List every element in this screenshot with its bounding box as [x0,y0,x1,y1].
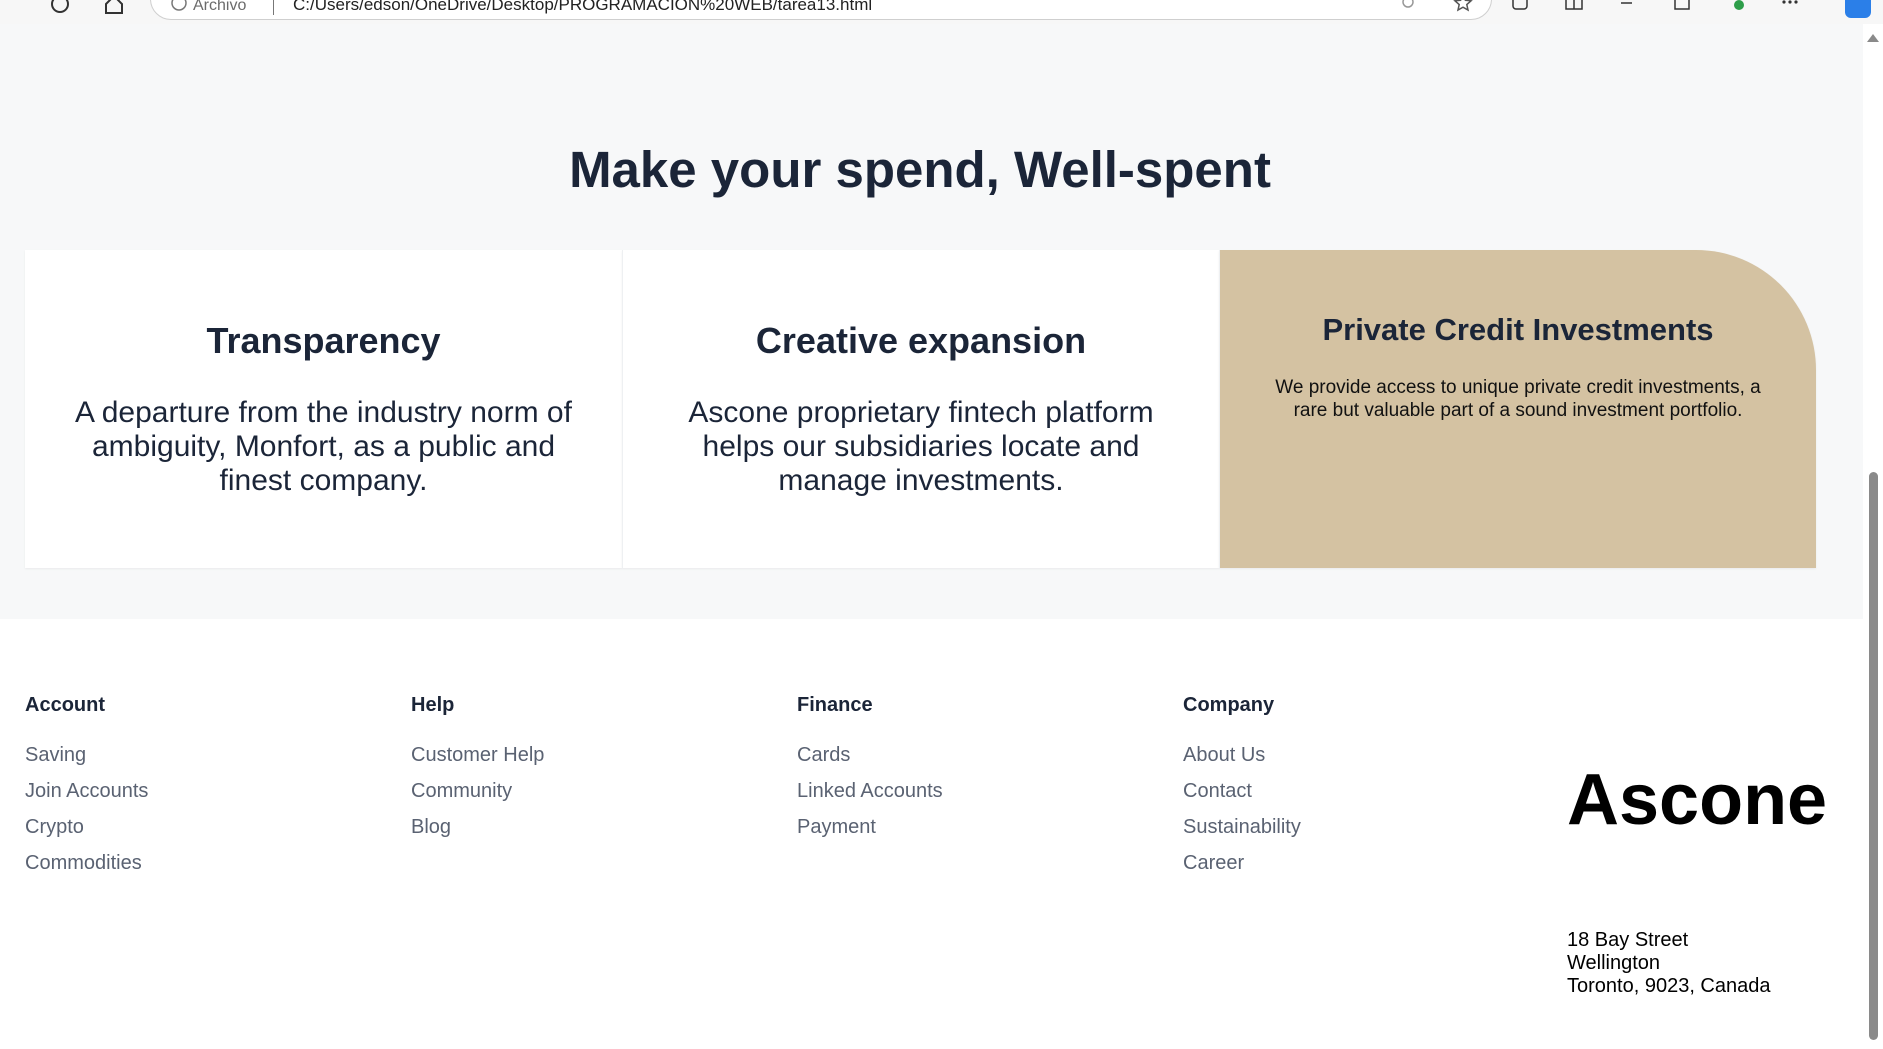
site-info[interactable]: Archivo [171,0,246,16]
brand-logo: Ascone [1567,760,1828,840]
scrollbar-thumb[interactable] [1869,472,1878,1040]
footer-column-help: Help Customer Help Community Blog [411,694,544,845]
refresh-icon[interactable] [46,0,74,18]
extensions-icon[interactable] [1510,0,1530,17]
section-title: Make your spend, Well-spent [569,141,1271,198]
favorites-list-icon[interactable] [1618,0,1638,17]
address-line: Toronto, 9023, Canada [1567,975,1771,997]
footer-heading: Help [411,694,455,716]
footer-column-account: Account Saving Join Accounts Crypto Comm… [25,694,148,881]
feature-section: Make your spend, Well-spent Transparency… [0,24,1863,619]
footer-column-finance: Finance Cards Linked Accounts Payment [797,694,943,845]
footer-link-commodities[interactable]: Commodities [25,845,148,881]
favorite-star-icon[interactable] [1453,0,1473,18]
address-bar[interactable]: Archivo C:/Users/edson/OneDrive/Desktop/… [150,0,1492,20]
more-options-icon[interactable] [1780,0,1800,17]
address-separator [273,0,274,15]
footer-heading: Finance [797,694,873,716]
card-text: Ascone proprietary fintech platform help… [688,396,1154,497]
footer-link-crypto[interactable]: Crypto [25,809,148,845]
feature-card-transparency: Transparency A departure from the indust… [25,250,622,568]
collections-icon[interactable] [1672,0,1692,17]
feature-card-private-credit: Private Credit Investments We provide ac… [1219,250,1816,568]
feature-card-creative-expansion: Creative expansion Ascone proprietary fi… [622,250,1219,568]
footer-link-saving[interactable]: Saving [25,737,148,773]
url-text[interactable]: C:/Users/edson/OneDrive/Desktop/PROGRAMA… [293,0,872,15]
browser-essentials-icon[interactable] [1726,0,1746,17]
card-text: We provide access to unique private cred… [1275,377,1761,421]
split-screen-icon[interactable] [1564,0,1584,17]
footer-heading: Company [1183,694,1275,716]
footer-link-career[interactable]: Career [1183,845,1301,881]
footer-link-community[interactable]: Community [411,773,544,809]
footer-link-cards[interactable]: Cards [797,737,943,773]
info-icon [171,0,187,16]
card-title: Transparency [206,320,441,361]
scroll-up-arrow-icon[interactable] [1867,34,1879,42]
footer-heading: Account [25,694,105,716]
footer-link-join-accounts[interactable]: Join Accounts [25,773,148,809]
copilot-icon[interactable] [1845,0,1871,18]
feature-cards: Transparency A departure from the indust… [25,250,1816,568]
footer-link-payment[interactable]: Payment [797,809,943,845]
address-line: Wellington [1567,952,1661,974]
home-icon[interactable] [100,0,128,18]
read-aloud-icon[interactable] [1399,0,1417,18]
card-text: A departure from the industry norm of am… [75,396,572,497]
card-title: Creative expansion [755,320,1087,361]
footer-link-sustainability[interactable]: Sustainability [1183,809,1301,845]
address-line: 18 Bay Street [1567,929,1689,951]
company-address: 18 Bay Street Wellington Toronto, 9023, … [1567,929,1771,998]
footer-link-customer-help[interactable]: Customer Help [411,737,544,773]
footer-link-about-us[interactable]: About Us [1183,737,1301,773]
card-title: Private Credit Investments [1322,312,1714,347]
footer-link-blog[interactable]: Blog [411,809,544,845]
site-info-label: Archivo [193,0,247,14]
footer: Account Saving Join Accounts Crypto Comm… [0,619,1863,1049]
footer-column-company: Company About Us Contact Sustainability … [1183,694,1301,881]
footer-link-linked-accounts[interactable]: Linked Accounts [797,773,943,809]
browser-toolbar: Archivo C:/Users/edson/OneDrive/Desktop/… [0,0,1883,24]
footer-link-contact[interactable]: Contact [1183,773,1301,809]
